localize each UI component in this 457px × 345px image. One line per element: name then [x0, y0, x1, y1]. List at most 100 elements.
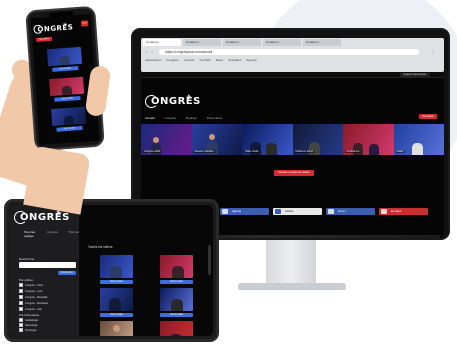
speaker-figure — [308, 142, 320, 155]
checkbox[interactable] — [19, 301, 23, 305]
option-label: Cardiologie — [25, 318, 39, 322]
edition-option[interactable]: Congrès - Lyon — [19, 289, 43, 293]
video-list-heading: Toutes les vidéos — [88, 245, 113, 249]
bookmark-item[interactable]: Applications — [145, 58, 161, 63]
speaker-head — [208, 134, 215, 140]
nav-item-partners[interactable]: Partenaires — [207, 116, 222, 120]
banner-caption: Session plénière — [193, 150, 215, 153]
banner-slide[interactable]: Session plénière — [191, 124, 242, 155]
tile-articles[interactable]: Articles — [273, 208, 322, 215]
bookmark-item[interactable]: Maps — [216, 58, 223, 63]
watch-video-button[interactable]: Voir la vidéo — [160, 280, 193, 284]
video-thumbnail[interactable] — [160, 288, 193, 311]
banner-slide[interactable]: Atelier — [393, 124, 444, 155]
option-label: Congrès - Lille — [25, 307, 42, 311]
hero-banner[interactable]: Congrès 2024 Session plénière Table rond… — [141, 124, 444, 155]
speaker-figure — [171, 299, 183, 311]
edition-option[interactable]: Congrès - Paris — [19, 283, 43, 287]
phone-menu-button[interactable]: Menu — [81, 20, 89, 27]
edition-option[interactable]: Congrès - Marseille — [19, 295, 48, 299]
speaker-figure — [369, 144, 379, 155]
bookmark-item[interactable]: YouTube — [199, 58, 211, 63]
watch-video-button[interactable]: Voir la vidéo — [54, 95, 81, 102]
browser-tab[interactable]: Congrès+ — [263, 39, 301, 46]
signup-button[interactable]: Inscription — [419, 114, 437, 119]
watch-video-button[interactable]: Voir la vidéo — [100, 280, 133, 284]
watch-video-button[interactable]: Voir la vidéo — [100, 313, 133, 317]
speaker-figure — [250, 142, 261, 155]
banner-slide[interactable]: Congrès 2024 — [141, 124, 192, 155]
back-arrow-icon[interactable]: ‹ — [144, 49, 148, 55]
bookmark-item[interactable]: Actualités — [228, 58, 241, 63]
nav-item-themes[interactable]: Thèmes — [68, 230, 79, 238]
video-thumbnail[interactable] — [49, 76, 85, 97]
logo-text: ONGRÈS — [37, 23, 74, 34]
checkbox[interactable] — [19, 328, 23, 332]
banner-caption: Conférence — [345, 150, 361, 153]
checkbox[interactable] — [19, 289, 23, 293]
tile-agenda[interactable]: Agenda — [220, 208, 269, 215]
watch-video-button[interactable]: Voir la vidéo — [52, 66, 79, 72]
banner-slide[interactable]: Débat en direct — [292, 124, 343, 155]
filter-sidebar: ONGRÈS + Tous les replays Congrès Thèmes… — [10, 205, 79, 336]
tablet-screen: ONGRÈS + Tous les replays Congrès Thèmes… — [10, 205, 213, 336]
bookmark-item[interactable]: Favoris — [184, 58, 194, 63]
search-title: Rechercher — [19, 257, 35, 261]
tile-forum[interactable]: Forum — [326, 208, 375, 215]
banner-slide[interactable]: Conférence — [343, 124, 394, 155]
nav-item-replays[interactable]: Replays — [186, 116, 197, 120]
logo-text: ONGRÈS — [151, 96, 201, 107]
main-nav: Accueil Congrès Replays Partenaires — [145, 116, 222, 120]
video-thumbnail[interactable] — [51, 106, 87, 127]
theme-option[interactable]: Neurologie — [19, 323, 38, 327]
nav-item-congress[interactable]: Congrès — [47, 230, 58, 238]
speaker-figure — [266, 143, 277, 155]
nav-item-all-replays[interactable]: Tous les replays — [24, 230, 37, 238]
scrollbar[interactable] — [208, 245, 211, 275]
edition-option[interactable]: Congrès - Lille — [19, 307, 42, 311]
edition-option[interactable]: Congrès - Bordeaux — [19, 301, 48, 305]
video-thumbnail[interactable] — [100, 255, 133, 278]
all-videos-button[interactable]: Accéder à toutes les vidéos — [274, 170, 314, 176]
video-thumbnail[interactable] — [160, 255, 193, 278]
address-bar[interactable]: https://congresplus.com/accueil — [159, 49, 419, 55]
speaker-head — [113, 325, 120, 332]
browser-tab[interactable]: Congrès+ — [183, 39, 221, 46]
phone-signup-button[interactable]: Inscription — [36, 36, 53, 42]
option-label: Congrès - Lyon — [25, 289, 43, 293]
search-input[interactable] — [19, 262, 76, 268]
theme-option[interactable]: Oncologie — [19, 328, 37, 332]
checkbox[interactable] — [19, 295, 23, 299]
tablet-logo[interactable]: ONGRÈS + — [14, 209, 69, 226]
forward-arrow-icon[interactable]: › — [150, 49, 154, 55]
search-button[interactable]: Rechercher — [58, 271, 76, 275]
nav-item-congress[interactable]: Congrès — [165, 116, 176, 120]
tile-live[interactable]: En direct — [379, 208, 428, 215]
video-thumbnail[interactable] — [46, 46, 83, 67]
monitor-stand-base — [238, 283, 346, 290]
watch-video-button[interactable]: Voir la vidéo — [160, 313, 193, 317]
checkbox[interactable] — [19, 283, 23, 287]
bookmark-item[interactable]: Congrès+ — [166, 58, 179, 63]
tablet-device: ONGRÈS + Tous les replays Congrès Thèmes… — [4, 199, 219, 342]
site-logo[interactable]: ONGRÈS + — [145, 93, 200, 110]
phone-logo[interactable]: ONGRÈS + — [33, 21, 74, 36]
speaker-figure — [411, 143, 423, 155]
browser-tab[interactable]: Congrès+ — [143, 39, 181, 46]
bookmark-item[interactable]: Agenda — [246, 58, 256, 63]
checkbox[interactable] — [19, 323, 23, 327]
checkbox[interactable] — [19, 318, 23, 322]
watch-video-button[interactable]: Voir la vidéo — [56, 125, 83, 132]
video-thumbnail[interactable] — [160, 321, 193, 336]
video-thumbnail[interactable] — [100, 288, 133, 311]
banner-slide[interactable]: Table ronde — [242, 124, 293, 155]
partner-space-button[interactable]: Espace Partenaires — [400, 73, 430, 77]
checkbox[interactable] — [19, 307, 23, 311]
video-thumbnail[interactable] — [100, 321, 133, 336]
browser-tab[interactable]: Congrès+ — [223, 39, 261, 46]
theme-option[interactable]: Cardiologie — [19, 318, 38, 322]
menu-dots-icon[interactable]: ⋮ — [431, 49, 435, 55]
speaker-figure — [61, 85, 73, 96]
browser-tab[interactable]: Congrès+ — [303, 39, 341, 46]
nav-item-home[interactable]: Accueil — [145, 116, 155, 120]
